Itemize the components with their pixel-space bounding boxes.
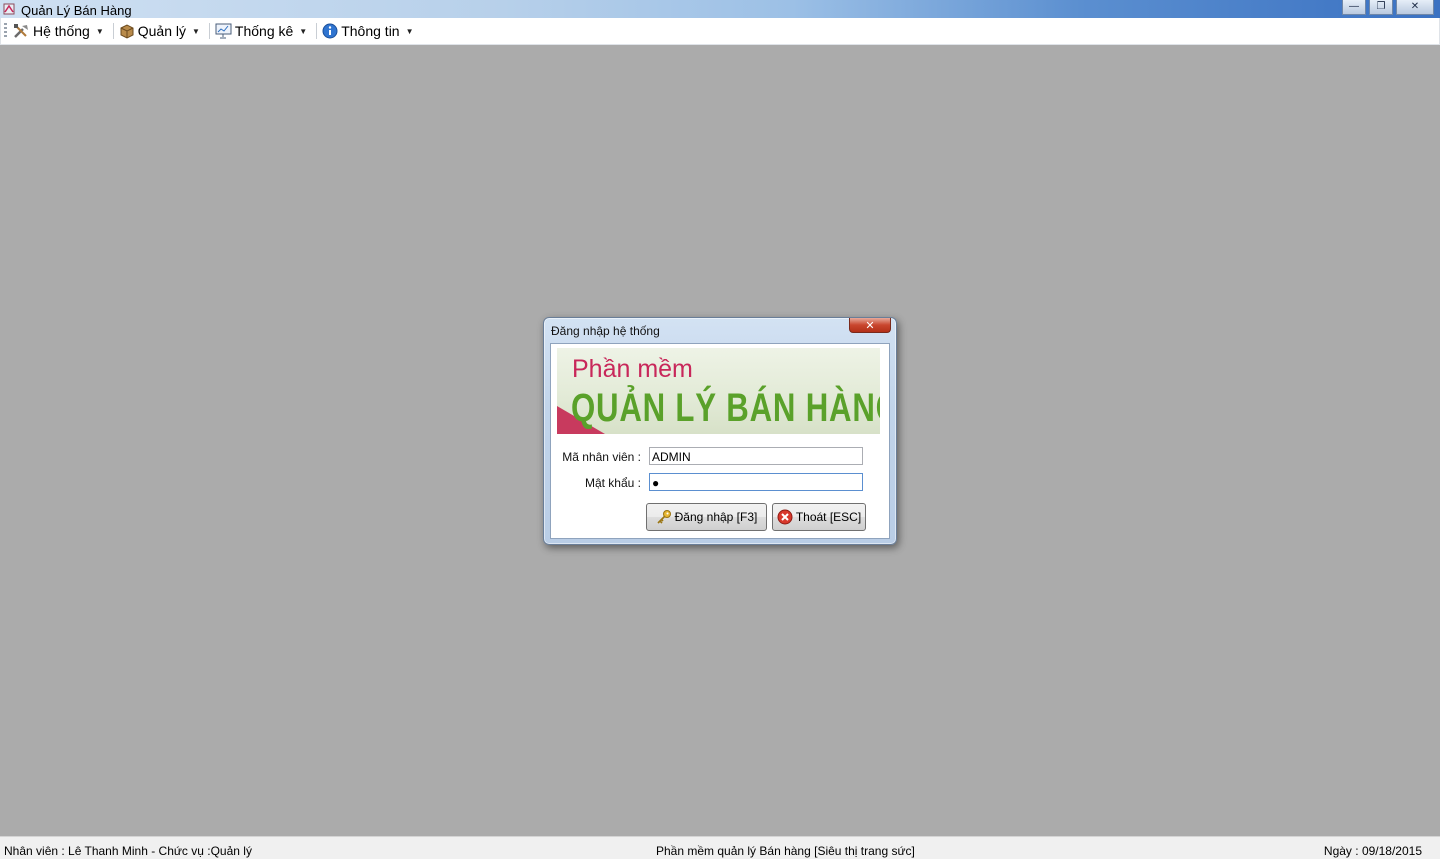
minimize-button[interactable]: — (1342, 0, 1366, 15)
employee-id-input[interactable]: ADMIN (649, 447, 863, 465)
key-icon (657, 510, 671, 524)
presentation-icon (215, 23, 232, 39)
menu-label: Hệ thống (33, 23, 90, 39)
dialog-title: Đăng nhập hệ thống (551, 324, 660, 338)
banner-subtitle: Phần mềm (572, 355, 693, 383)
menu-quan-ly[interactable]: Quản lý ▼ (116, 20, 207, 42)
info-icon (322, 23, 338, 39)
menu-thong-ke[interactable]: Thống kê ▼ (212, 20, 314, 42)
chevron-down-icon: ▼ (192, 26, 200, 36)
cancel-icon (777, 509, 793, 525)
restore-button[interactable]: ❐ (1369, 0, 1393, 15)
window-title: Quản Lý Bán Hàng (21, 3, 132, 18)
login-button-label: Đăng nhập [F3] (674, 510, 758, 524)
login-dialog: Đăng nhập hệ thống ✕ Phần mềm QUẢN LÝ BÁ… (543, 317, 897, 545)
tools-icon (14, 24, 28, 38)
exit-button[interactable]: Thoát [ESC] (772, 503, 866, 531)
menu-separator (112, 23, 114, 39)
banner-image: Phần mềm QUẢN LÝ BÁN HÀNG (557, 348, 880, 434)
window-title-bar: Quản Lý Bán Hàng — ❐ ✕ (0, 0, 1440, 18)
chevron-down-icon: ▼ (299, 26, 308, 36)
menu-he-thong[interactable]: Hệ thống ▼ (10, 20, 111, 42)
password-label: Mật khẩu : (584, 476, 641, 490)
dialog-close-button[interactable]: ✕ (849, 318, 891, 333)
status-software: Phần mềm quản lý Bán hàng [Siêu thị tran… (656, 844, 915, 858)
status-bar: Nhân viên : Lê Thanh Minh - Chức vụ :Quả… (0, 836, 1440, 859)
menu-label: Quản lý (137, 23, 186, 39)
password-input[interactable]: ● (649, 473, 863, 491)
menu-separator (316, 23, 318, 39)
chevron-down-icon: ▼ (95, 26, 104, 36)
employee-id-label: Mã nhân viên : (562, 450, 641, 464)
box-icon (120, 24, 134, 39)
menu-separator (208, 23, 210, 39)
close-button[interactable]: ✕ (1396, 0, 1434, 15)
menu-label: Thống kê (234, 23, 294, 39)
menu-bar: Hệ thống ▼ Quản lý ▼ Thống kê ▼ Thông ti… (0, 18, 1440, 45)
toolbar-grip[interactable] (4, 23, 7, 39)
menu-thong-tin[interactable]: Thông tin ▼ (319, 20, 420, 42)
window-controls: — ❐ ✕ (1339, 0, 1434, 15)
status-employee: Nhân viên : Lê Thanh Minh - Chức vụ :Quả… (4, 844, 252, 858)
dialog-body: Phần mềm QUẢN LÝ BÁN HÀNG Mã nhân viên :… (550, 343, 890, 539)
status-date: Ngày : 09/18/2015 (1323, 844, 1422, 858)
login-button[interactable]: Đăng nhập [F3] (646, 503, 767, 531)
exit-button-label: Thoát [ESC] (795, 510, 862, 524)
menu-label: Thông tin (341, 23, 400, 39)
chevron-down-icon: ▼ (405, 26, 414, 36)
banner-title: QUẢN LÝ BÁN HÀNG (571, 386, 880, 430)
app-icon (3, 3, 15, 15)
